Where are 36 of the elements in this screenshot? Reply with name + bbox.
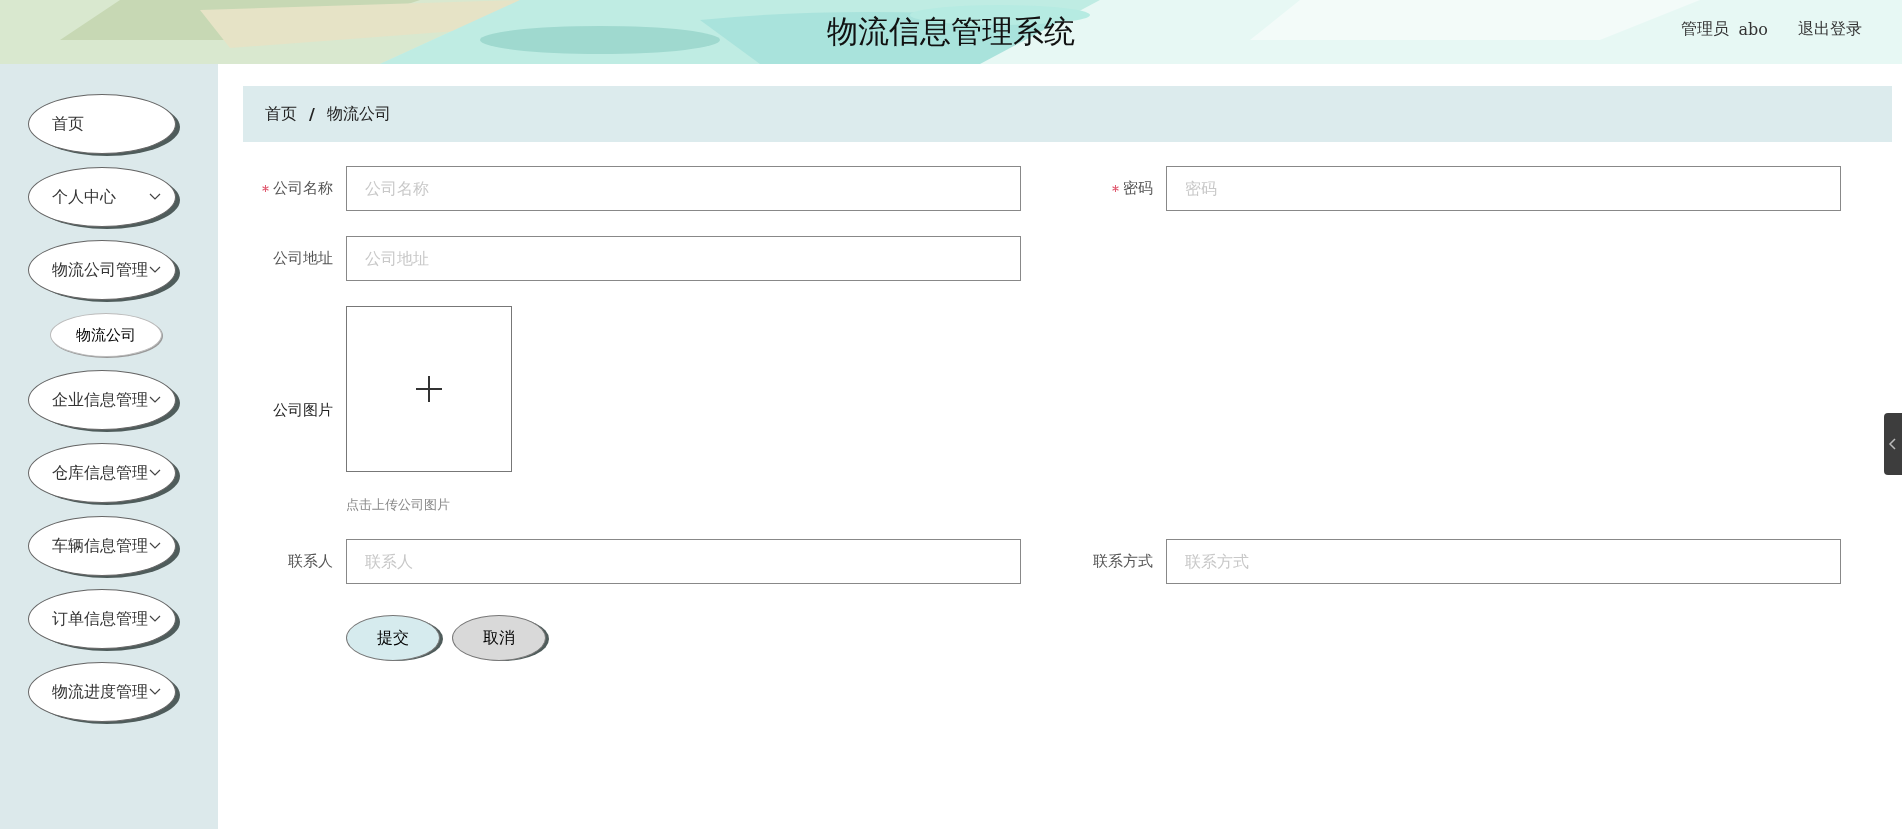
- upload-hint: 点击上传公司图片: [346, 496, 451, 514]
- field-label: 联系方式: [1093, 552, 1153, 571]
- logout-link[interactable]: 退出登录: [1798, 18, 1862, 40]
- menu-item[interactable]: 车辆信息管理: [28, 516, 176, 576]
- submit-button[interactable]: 提交: [346, 615, 440, 661]
- app-title: 物流信息管理系统: [827, 12, 1075, 51]
- chevron-down-icon: [149, 396, 161, 404]
- breadcrumb-item: 物流公司: [326, 103, 391, 125]
- menu-item[interactable]: 仓库信息管理: [28, 443, 176, 503]
- field-label: 公司名称: [273, 179, 333, 198]
- menu-item[interactable]: 物流公司管理: [28, 240, 176, 300]
- chevron-down-icon: [149, 266, 161, 274]
- chevron-down-icon: [149, 615, 161, 623]
- upload-button[interactable]: [346, 306, 512, 472]
- chevron-down-icon: [149, 469, 161, 477]
- field-label: 密码: [1123, 179, 1153, 198]
- breadcrumb-item[interactable]: 首页: [265, 103, 297, 125]
- submenu-item[interactable]: 物流公司: [50, 313, 162, 357]
- collapse-tab[interactable]: [1884, 413, 1902, 475]
- field-label: 公司图片: [273, 400, 333, 420]
- field-label: 公司地址: [273, 249, 333, 268]
- user-role: 管理员: [1680, 18, 1729, 40]
- chevron-down-icon: [149, 688, 161, 696]
- chevron-down-icon: [149, 542, 161, 550]
- menu-item[interactable]: 个人中心: [28, 167, 176, 227]
- menu-item[interactable]: 企业信息管理: [28, 370, 176, 430]
- chevron-left-icon: [1888, 438, 1896, 450]
- menu-item[interactable]: 物流进度管理: [28, 662, 176, 722]
- breadcrumb-separator: /: [309, 104, 315, 124]
- user-name: abo: [1738, 19, 1768, 39]
- cancel-button[interactable]: 取消: [452, 615, 546, 661]
- plus-icon: [415, 375, 443, 403]
- menu-item[interactable]: 首页: [28, 94, 176, 154]
- menu-item[interactable]: 订单信息管理: [28, 589, 176, 649]
- chevron-down-icon: [149, 193, 161, 201]
- field-label: 联系人: [288, 552, 333, 571]
